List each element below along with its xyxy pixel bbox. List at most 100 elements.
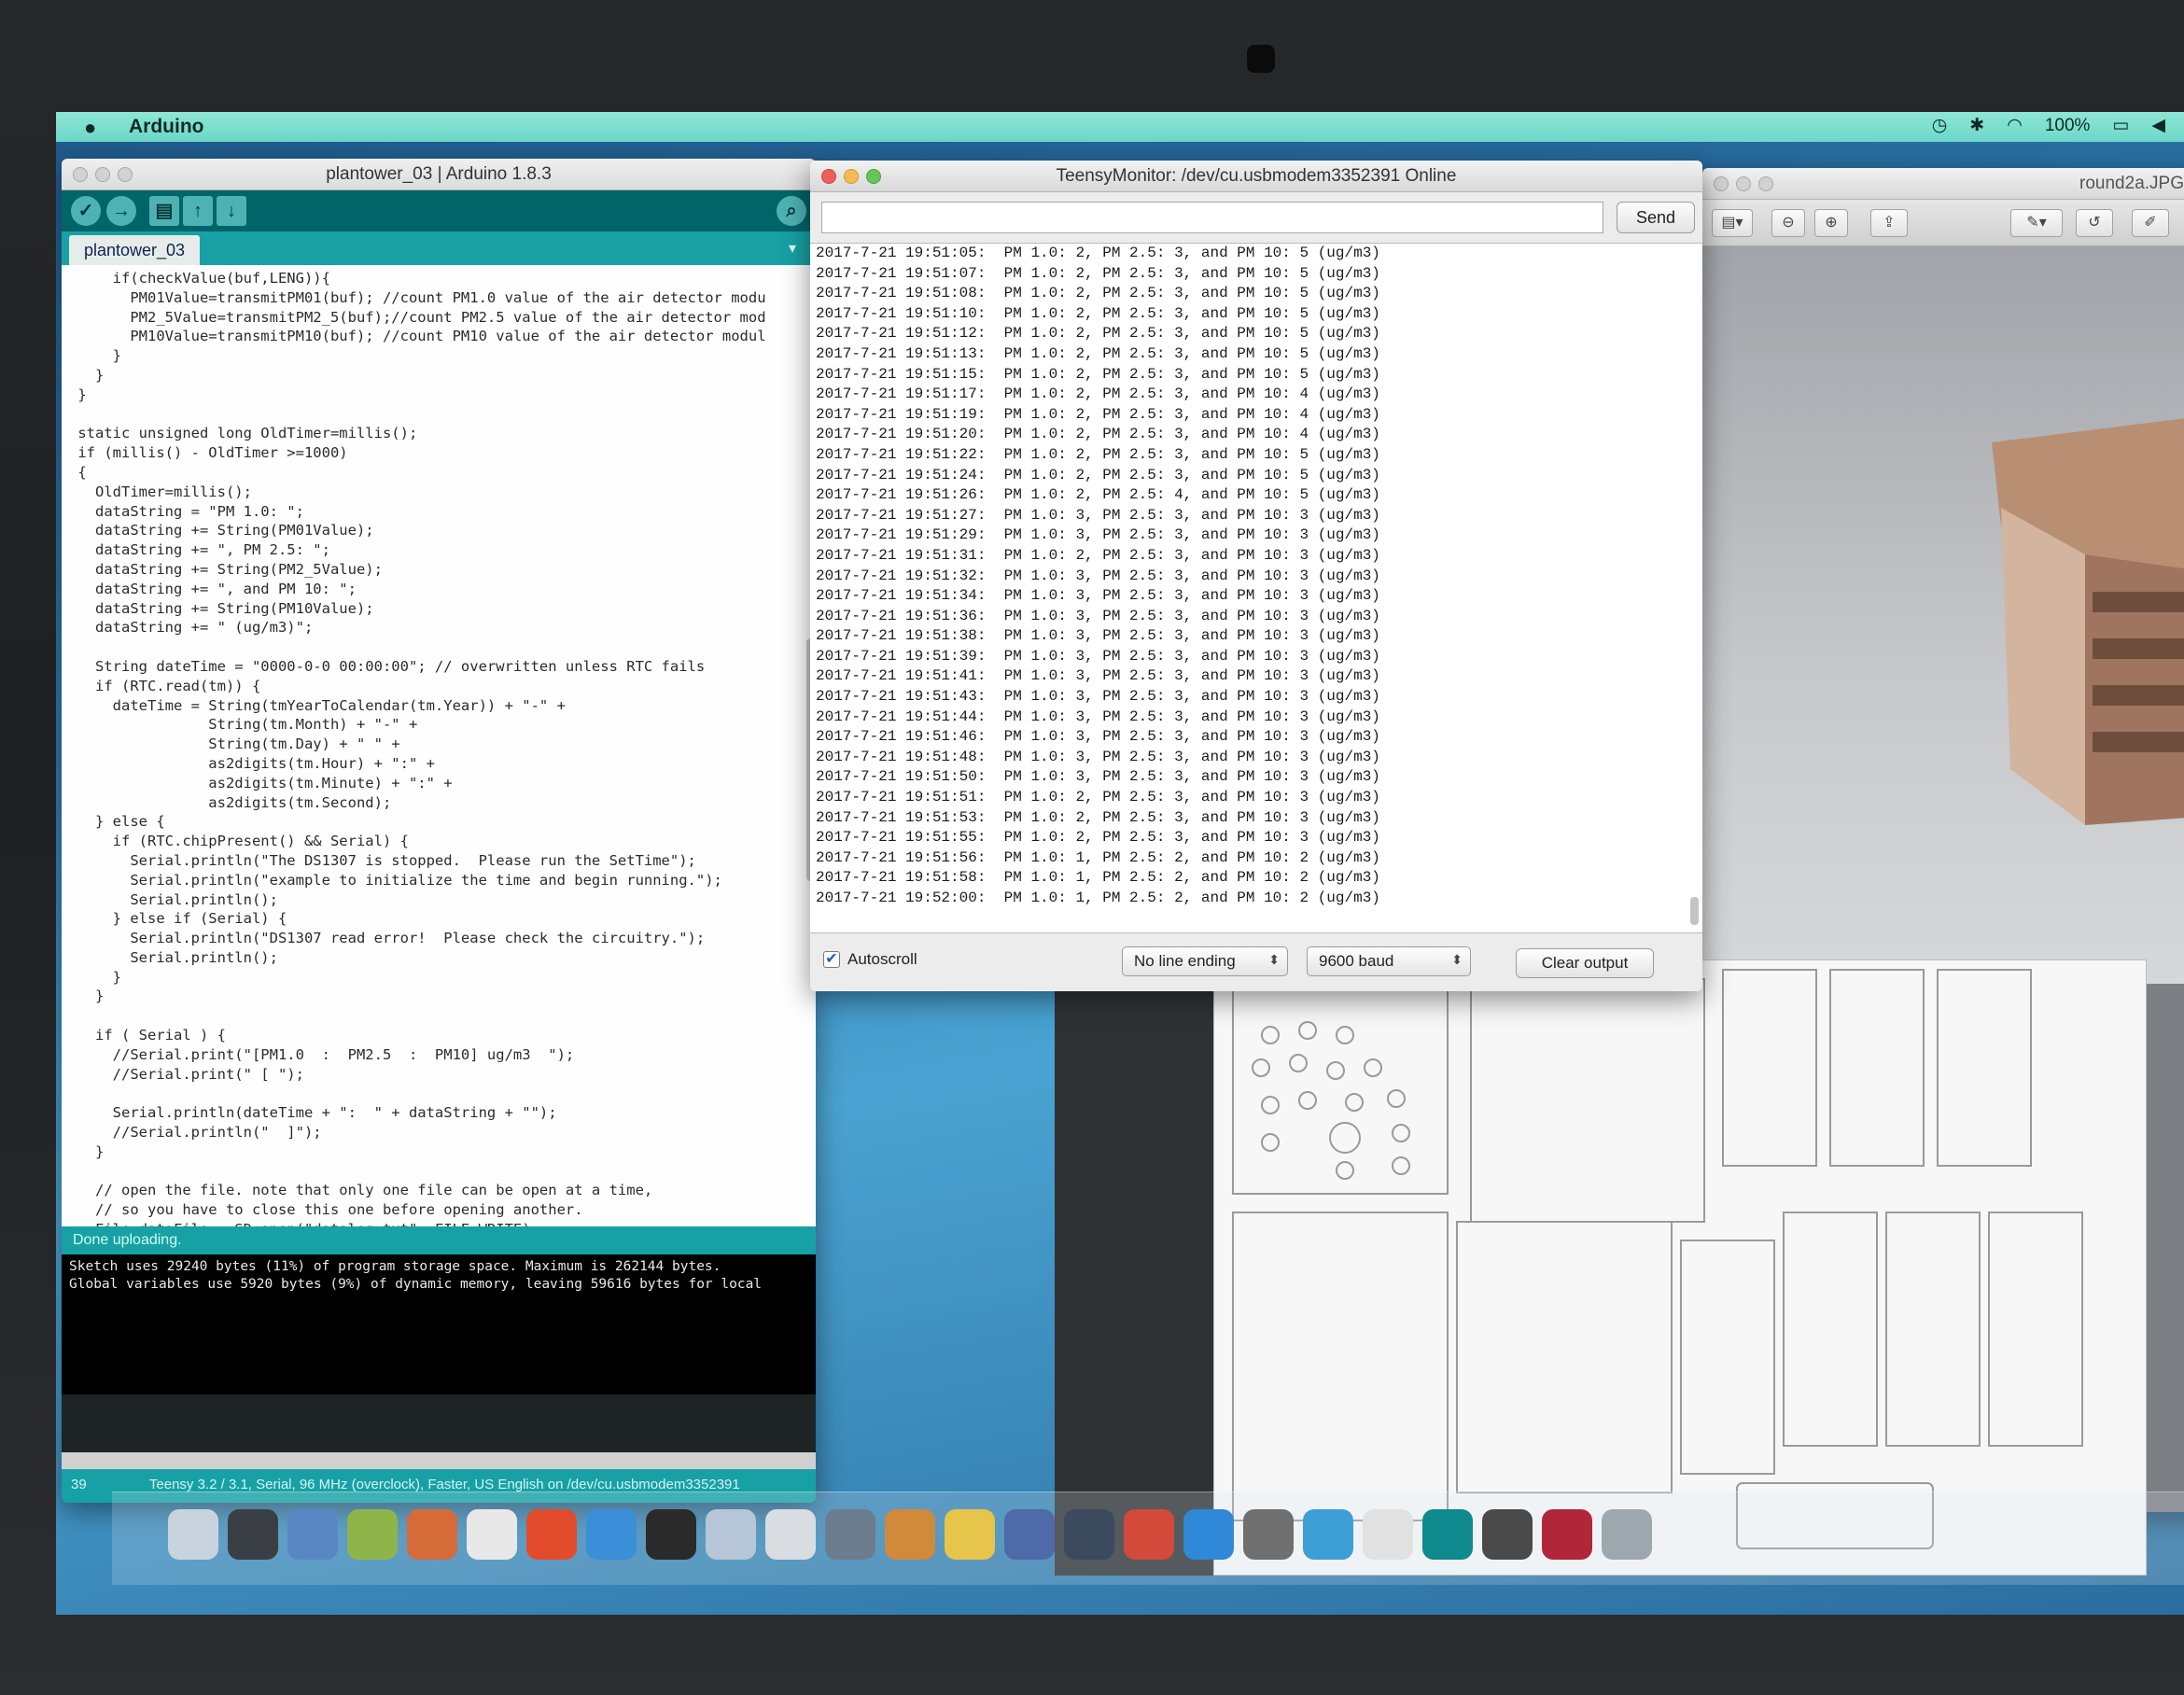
serial-output-row: 2017-7-21 19:51:39: PM 1.0: 3, PM 2.5: 3… [816, 647, 1380, 665]
code-editor[interactable]: if(checkValue(buf,LENG)){ PM01Value=tran… [62, 265, 816, 1226]
baud-rate-select[interactable]: 9600 baud ⬍ [1307, 946, 1471, 976]
serial-output-row: 2017-7-21 19:51:46: PM 1.0: 3, PM 2.5: 3… [816, 728, 1380, 746]
maps-icon[interactable] [347, 1509, 398, 1560]
new-sketch-icon[interactable]: ▤ [149, 196, 179, 226]
disk-icon[interactable] [1363, 1509, 1413, 1560]
serial-input-field[interactable] [821, 202, 1603, 233]
terminal-2-icon[interactable] [1064, 1509, 1114, 1560]
mail-icon[interactable] [706, 1509, 756, 1560]
xcode-icon[interactable] [1482, 1509, 1533, 1560]
zoom-button[interactable] [1758, 176, 1773, 191]
console-scrollbar[interactable] [62, 1452, 816, 1469]
pdf-icon[interactable] [1542, 1509, 1592, 1560]
finder-icon[interactable] [168, 1509, 218, 1560]
app-menu-name[interactable]: Arduino [129, 116, 203, 138]
output-scrollbar[interactable] [1690, 897, 1699, 925]
zoom-in-icon[interactable]: ⊕ [1814, 209, 1848, 237]
board-port-info: Teensy 3.2 / 3.1, Serial, 96 MHz (overcl… [148, 1477, 740, 1492]
app-store-icon[interactable] [1004, 1509, 1055, 1560]
serial-output-row: 2017-7-21 19:51:41: PM 1.0: 3, PM 2.5: 3… [816, 667, 1380, 685]
trash-icon[interactable] [1602, 1509, 1652, 1560]
teensy-window-title: TeensyMonitor: /dev/cu.usbmodem3352391 O… [1056, 166, 1457, 186]
sketch-icon[interactable] [945, 1509, 995, 1560]
notes-icon[interactable] [825, 1509, 875, 1560]
zoom-button[interactable] [866, 169, 881, 184]
send-button[interactable]: Send [1617, 202, 1695, 233]
code-line: String(tm.Month) + "-" + [69, 716, 418, 734]
apple-menu-icon[interactable]: ● [84, 116, 96, 140]
code-line: } [69, 968, 121, 986]
send-row: Send [810, 192, 1702, 243]
zoom-button[interactable] [118, 167, 133, 182]
minimize-button[interactable] [1736, 176, 1751, 191]
serial-output-row: 2017-7-21 19:51:19: PM 1.0: 2, PM 2.5: 3… [816, 405, 1380, 423]
close-button[interactable] [1714, 176, 1729, 191]
autoscroll-toggle[interactable]: ✔ Autoscroll [823, 950, 917, 969]
code-line: } [69, 347, 121, 365]
close-button[interactable] [73, 167, 88, 182]
serial-output-row: 2017-7-21 19:51:29: PM 1.0: 3, PM 2.5: 3… [816, 526, 1380, 544]
arduino-icon[interactable] [1422, 1509, 1473, 1560]
volume-icon[interactable]: ◀ [2151, 115, 2165, 136]
photos-icon[interactable] [765, 1509, 816, 1560]
serial-output-row: 2017-7-21 19:51:48: PM 1.0: 3, PM 2.5: 3… [816, 748, 1380, 765]
code-line: dataString += String(PM2_5Value); [69, 560, 383, 578]
code-line: } else if (Serial) { [69, 910, 287, 928]
code-line: as2digits(tm.Hour) + ":" + [69, 754, 435, 772]
preview-icon[interactable] [467, 1509, 517, 1560]
line-ending-select[interactable]: No line ending ⬍ [1122, 946, 1288, 976]
zoom-out-icon[interactable]: ⊖ [1771, 209, 1805, 237]
rotate-icon[interactable]: ↺ [2076, 209, 2113, 237]
view-mode-icon[interactable]: ▤▾ [1712, 209, 1753, 237]
r-icon[interactable] [1183, 1509, 1234, 1560]
battery-percent[interactable]: 100% [2045, 116, 2091, 136]
serial-output-row: 2017-7-21 19:51:32: PM 1.0: 3, PM 2.5: 3… [816, 567, 1380, 584]
code-line: } [69, 1142, 105, 1160]
battery-icon[interactable]: ▭ [2112, 115, 2129, 136]
verify-icon[interactable]: ✓ [71, 196, 101, 226]
code-line: } else { [69, 813, 165, 831]
minimize-button[interactable] [844, 169, 859, 184]
clock-icon[interactable]: ◷ [1932, 115, 1948, 136]
arduino-window-controls [73, 167, 133, 182]
desktop-screen: ● Arduino ◷ ✱ ◠ 100% ▭ ◀ round2a.JPG ▤▾ … [56, 112, 2184, 1615]
serial-output-row: 2017-7-21 19:51:53: PM 1.0: 2, PM 2.5: 3… [816, 808, 1380, 826]
acrobat-icon[interactable] [1124, 1509, 1174, 1560]
markup-pen-icon[interactable]: ✎▾ [2010, 209, 2063, 237]
tab-menu-icon[interactable]: ▾ [782, 239, 803, 258]
serial-output-row: 2017-7-21 19:51:20: PM 1.0: 2, PM 2.5: 3… [816, 426, 1380, 443]
safari-icon[interactable] [287, 1509, 338, 1560]
code-line: } [69, 366, 105, 384]
arduino-toolbar: ✓ → ▤ ↑ ↓ ⌕ [62, 190, 816, 231]
serial-monitor-icon[interactable]: ⌕ [777, 196, 806, 226]
edit-toolbar-icon[interactable]: ✐ [2132, 209, 2169, 237]
system-icon[interactable] [586, 1509, 637, 1560]
wifi-icon[interactable]: ◠ [2007, 115, 2023, 136]
open-sketch-icon[interactable]: ↑ [183, 196, 213, 226]
autoscroll-checkbox[interactable]: ✔ [823, 951, 840, 968]
save-sketch-icon[interactable]: ↓ [217, 196, 246, 226]
clear-output-button[interactable]: Clear output [1516, 948, 1654, 978]
serial-output[interactable]: 2017-7-21 19:51:05: PM 1.0: 2, PM 2.5: 3… [810, 243, 1702, 933]
settings-icon[interactable] [1303, 1509, 1353, 1560]
share-icon[interactable]: ⇪ [1870, 209, 1908, 237]
calendar-icon[interactable] [407, 1509, 457, 1560]
serial-output-row: 2017-7-21 19:51:15: PM 1.0: 2, PM 2.5: 3… [816, 365, 1380, 383]
activity-icon[interactable] [646, 1509, 696, 1560]
upload-icon[interactable]: → [106, 196, 136, 226]
serial-output-row: 2017-7-21 19:51:36: PM 1.0: 3, PM 2.5: 3… [816, 607, 1380, 624]
github-icon[interactable] [1243, 1509, 1294, 1560]
tab-plantower-03[interactable]: plantower_03 [69, 235, 200, 265]
minimize-button[interactable] [95, 167, 110, 182]
code-line: OldTimer=millis(); [69, 483, 252, 500]
bluetooth-icon[interactable]: ✱ [1969, 115, 1984, 136]
pages-icon[interactable] [885, 1509, 935, 1560]
terminal-icon[interactable] [228, 1509, 278, 1560]
close-button[interactable] [821, 169, 836, 184]
serial-output-row: 2017-7-21 19:51:24: PM 1.0: 2, PM 2.5: 3… [816, 466, 1380, 483]
firefox-icon[interactable] [526, 1509, 577, 1560]
code-line: PM01Value=transmitPM01(buf); //count PM1… [69, 288, 766, 306]
teensy-monitor-window: TeensyMonitor: /dev/cu.usbmodem3352391 O… [810, 161, 1702, 991]
code-line: PM2_5Value=transmitPM2_5(buf);//count PM… [69, 308, 766, 326]
